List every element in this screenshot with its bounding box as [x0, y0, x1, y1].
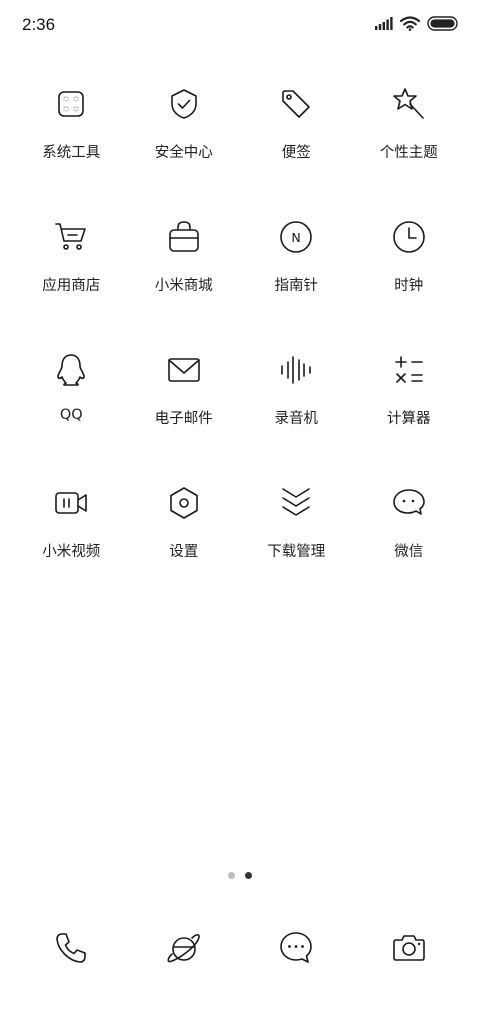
app-grid: 系统工具 安全中心 便签 个性主题 应用商店 小米商城 N 指南针 时钟 QQ …: [15, 72, 465, 604]
app-qq[interactable]: QQ: [15, 338, 128, 471]
gear-icon: [162, 481, 206, 525]
app-label: 应用商店: [42, 278, 101, 294]
app-clock[interactable]: 时钟: [353, 205, 466, 338]
dock: [15, 924, 465, 972]
app-label: 微信: [394, 544, 424, 560]
page-dot-active[interactable]: [245, 872, 252, 879]
folder-icon: [49, 82, 93, 126]
signal-icon: [375, 17, 393, 30]
app-wechat[interactable]: 微信: [353, 471, 466, 604]
mail-icon: [162, 348, 206, 392]
app-label: 系统工具: [42, 145, 101, 161]
app-label: 小米视频: [42, 544, 101, 560]
shield-check-icon: [162, 82, 206, 126]
camera-icon: [392, 935, 425, 961]
waveform-icon: [274, 348, 318, 392]
app-calculator[interactable]: 计算器: [353, 338, 466, 471]
page-indicator: [0, 872, 480, 879]
app-app-store[interactable]: 应用商店: [15, 205, 128, 338]
video-camera-icon: [49, 481, 93, 525]
status-icons: [375, 16, 458, 31]
app-label: 设置: [169, 544, 199, 560]
app-label: 指南针: [274, 278, 319, 294]
app-label: QQ: [59, 407, 83, 423]
magic-wand-star-icon: [387, 82, 431, 126]
calculator-icon: [387, 348, 431, 392]
app-notes[interactable]: 便签: [240, 72, 353, 205]
download-chevrons-icon: [274, 481, 318, 525]
dock-camera[interactable]: [353, 924, 466, 972]
shopping-bag-icon: [162, 215, 206, 259]
app-label: 小米商城: [154, 278, 213, 294]
app-recorder[interactable]: 录音机: [240, 338, 353, 471]
dock-phone[interactable]: [15, 924, 128, 972]
status-bar: 2:36: [0, 0, 480, 52]
page-dot[interactable]: [228, 872, 235, 879]
app-label: 安全中心: [154, 145, 213, 161]
app-mi-store[interactable]: 小米商城: [128, 205, 241, 338]
chat-bubble-icon: [387, 481, 431, 525]
app-label: 个性主题: [379, 145, 438, 161]
app-downloads[interactable]: 下载管理: [240, 471, 353, 604]
status-time: 2:36: [22, 15, 56, 34]
browser-icon: [167, 934, 200, 963]
shopping-cart-icon: [49, 215, 93, 259]
phone-icon: [56, 933, 87, 963]
tag-icon: [274, 82, 318, 126]
app-settings[interactable]: 设置: [128, 471, 241, 604]
dock-messages[interactable]: [240, 924, 353, 972]
compass-icon: N: [274, 215, 318, 259]
penguin-icon: [49, 348, 93, 392]
app-label: 电子邮件: [154, 411, 213, 427]
app-label: 计算器: [387, 411, 431, 427]
messages-icon: [280, 932, 313, 963]
app-compass[interactable]: N 指南针: [240, 205, 353, 338]
app-system-tools[interactable]: 系统工具: [15, 72, 128, 205]
wifi-icon: [400, 16, 420, 31]
app-label: 下载管理: [267, 544, 326, 560]
app-label: 录音机: [274, 411, 319, 427]
app-security-center[interactable]: 安全中心: [128, 72, 241, 205]
app-label: 便签: [281, 145, 311, 161]
compass-letter: N: [292, 230, 301, 245]
app-email[interactable]: 电子邮件: [128, 338, 241, 471]
clock-icon: [387, 215, 431, 259]
app-label: 时钟: [394, 278, 424, 294]
battery-icon: [427, 16, 458, 31]
dock-browser[interactable]: [128, 924, 241, 972]
app-mi-video[interactable]: 小米视频: [15, 471, 128, 604]
app-themes[interactable]: 个性主题: [353, 72, 466, 205]
